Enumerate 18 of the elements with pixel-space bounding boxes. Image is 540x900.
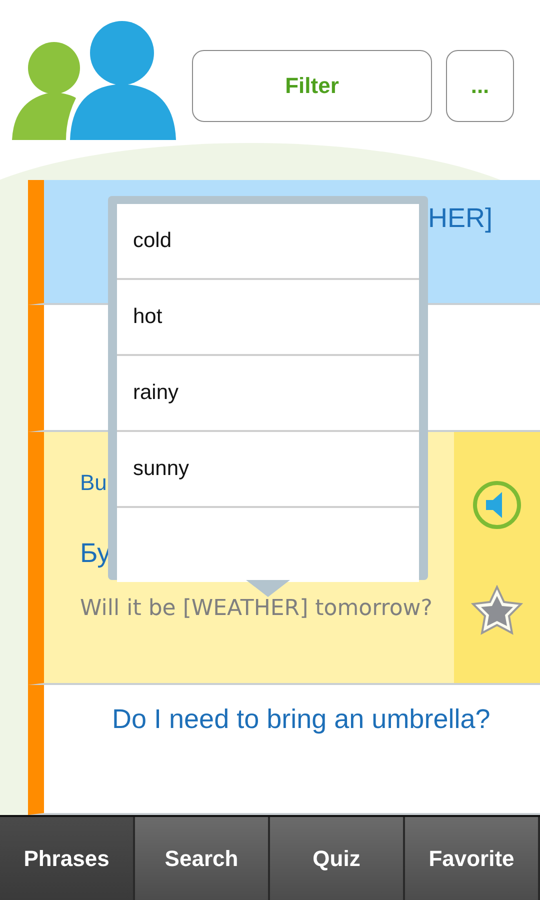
tab[interactable]: Quiz bbox=[270, 817, 405, 900]
native-text: Бу bbox=[80, 536, 111, 570]
tab[interactable]: Phrases bbox=[0, 817, 135, 900]
phrase-text: Do I need to bring an umbrella? bbox=[112, 703, 490, 736]
transliteration-text: Bu bbox=[80, 469, 107, 497]
option-item[interactable]: cold bbox=[117, 204, 419, 280]
speaker-icon[interactable] bbox=[472, 480, 522, 530]
star-icon[interactable] bbox=[471, 585, 523, 636]
phrase-text: HER] bbox=[428, 202, 493, 235]
popover-pointer bbox=[246, 580, 290, 597]
tab[interactable]: Search bbox=[135, 817, 270, 900]
option-item[interactable]: rainy bbox=[117, 356, 419, 432]
people-icon bbox=[10, 18, 178, 140]
phrase-row[interactable]: Do I need to bring an umbrella? bbox=[28, 685, 540, 815]
tab[interactable]: Favorite bbox=[405, 817, 540, 900]
option-item[interactable]: sunny bbox=[117, 432, 419, 508]
option-item[interactable]: hot bbox=[117, 280, 419, 356]
translation-text: Will it be [WEATHER] tomorrow? bbox=[80, 594, 432, 623]
